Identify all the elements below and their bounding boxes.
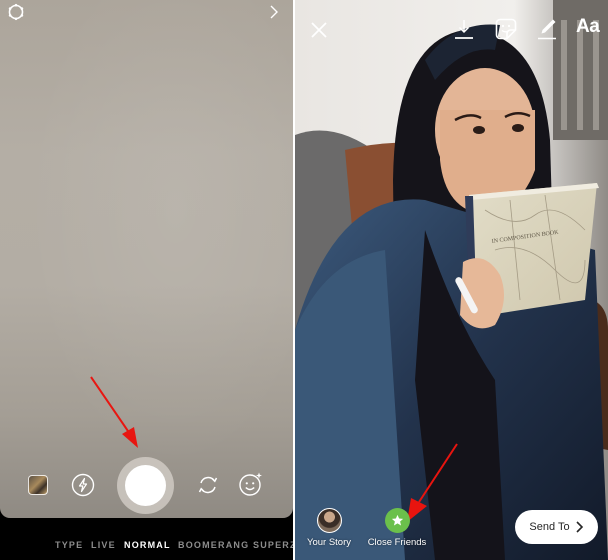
camera-mode-selector: TYPE LIVE NORMAL BOOMERANG SUPERZOOM bbox=[0, 540, 293, 560]
draw-button[interactable] bbox=[536, 17, 558, 41]
flash-button[interactable] bbox=[71, 473, 95, 497]
star-icon bbox=[391, 514, 403, 526]
story-photo: IN COMPOSITION BOOK bbox=[295, 0, 608, 560]
settings-button[interactable] bbox=[6, 2, 26, 22]
camera-viewfinder[interactable] bbox=[0, 0, 293, 518]
shutter-button[interactable] bbox=[117, 457, 174, 514]
chevron-right-icon bbox=[576, 521, 583, 533]
gallery-button[interactable] bbox=[28, 475, 48, 495]
download-icon bbox=[455, 20, 473, 39]
avatar bbox=[316, 508, 342, 533]
mode-superzoom[interactable]: SUPERZOOM bbox=[253, 540, 293, 550]
close-icon bbox=[311, 22, 327, 38]
annotation-arrow bbox=[90, 376, 138, 448]
shutter-inner bbox=[125, 465, 166, 506]
close-friends-badge bbox=[384, 508, 410, 533]
mode-boomerang[interactable]: BOOMERANG bbox=[178, 540, 249, 550]
chevron-right-icon bbox=[270, 5, 278, 19]
camera-screen: TYPE LIVE NORMAL BOOMERANG SUPERZOOM bbox=[0, 0, 293, 560]
mode-live[interactable]: LIVE bbox=[91, 540, 116, 550]
flip-camera-icon bbox=[198, 476, 218, 494]
face-effects-button[interactable] bbox=[238, 471, 264, 497]
gear-icon bbox=[8, 3, 24, 21]
forward-button[interactable] bbox=[266, 2, 282, 22]
download-button[interactable] bbox=[454, 17, 474, 41]
sticker-button[interactable] bbox=[495, 18, 517, 40]
close-button[interactable] bbox=[309, 20, 329, 40]
text-tool-button[interactable]: Aa bbox=[576, 16, 600, 38]
send-to-label: Send To bbox=[529, 521, 570, 533]
close-friends-label: Close Friends bbox=[367, 537, 427, 548]
your-story-label: Your Story bbox=[306, 537, 351, 548]
your-story-button[interactable]: Your Story bbox=[303, 508, 355, 548]
sticker-icon bbox=[495, 18, 517, 40]
pen-icon bbox=[538, 19, 556, 40]
camera-controls bbox=[0, 456, 293, 516]
mode-normal[interactable]: NORMAL bbox=[124, 540, 171, 550]
send-to-button[interactable]: Send To bbox=[515, 510, 598, 544]
story-editor-screen: IN COMPOSITION BOOK Aa Your Story Close … bbox=[295, 0, 608, 560]
editor-toolbar: Aa bbox=[295, 0, 608, 60]
flip-camera-button[interactable] bbox=[196, 473, 220, 497]
mode-type[interactable]: TYPE bbox=[55, 540, 83, 550]
flash-icon bbox=[71, 473, 95, 497]
close-friends-button[interactable]: Close Friends bbox=[365, 508, 429, 548]
face-effects-icon bbox=[239, 472, 262, 496]
